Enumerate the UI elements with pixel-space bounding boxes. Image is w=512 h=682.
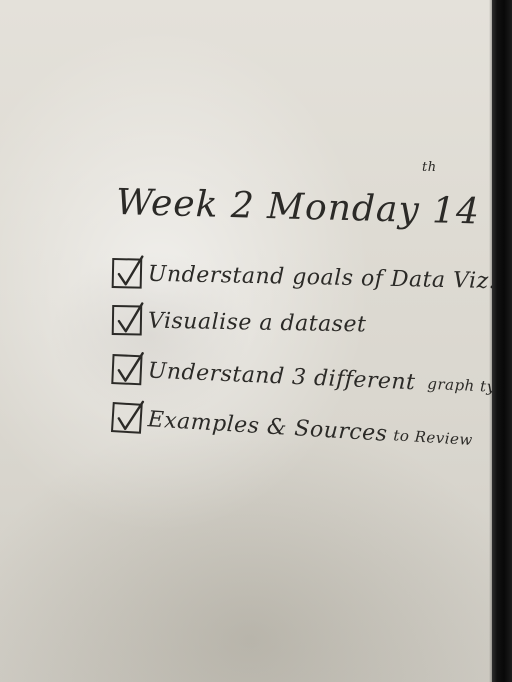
checkbox-checked-icon [111,255,144,289]
title-superscript: th [422,160,437,175]
whiteboard-frame [492,0,512,682]
checklist-item-label: Visualise a dataset [147,308,367,338]
checklist-item: Understand goals of Data Viz. [111,254,497,296]
checkbox-checked-icon [111,352,144,386]
checkbox-checked-icon [110,400,145,434]
checklist-item-label: Understand goals of Data Viz. [147,261,497,295]
checklist-item: Understand 3 different graph types [111,350,512,402]
checkbox-checked-icon [111,302,144,336]
checklist-item: Examples & Sources to Review [110,398,474,454]
checklist-item-tail: to Review [392,426,474,450]
checklist-item-label: Understand 3 different [147,358,416,396]
checklist-item-label: Examples & Sources [147,407,389,447]
whiteboard-photo: Week 2 Monday 14 th Understand goals of … [0,0,512,682]
whiteboard-title: Week 2 Monday 14 [115,182,481,233]
checklist-item: Visualise a dataset [111,301,367,339]
